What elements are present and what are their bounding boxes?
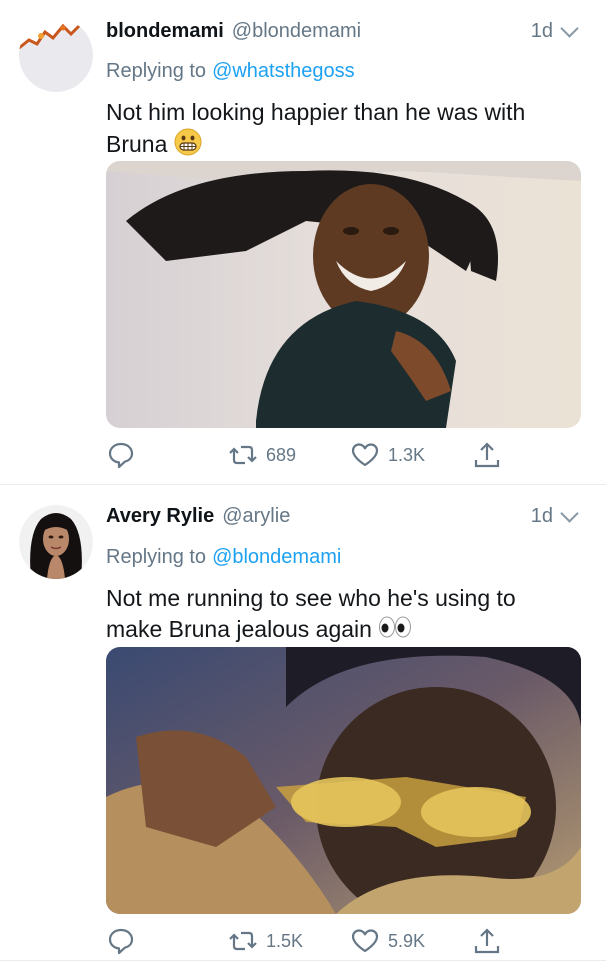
chevron-down-icon[interactable] [560, 19, 579, 38]
reply-icon [108, 442, 134, 469]
like-count: 1.3K [388, 444, 426, 465]
heart-icon [351, 443, 379, 467]
tweet-text: Not him looking happier than he was with… [106, 97, 576, 164]
tweet-time: 1d [530, 20, 553, 42]
replying-label: Replying to [106, 60, 207, 82]
mention-link[interactable]: @whatsthegoss [212, 60, 355, 82]
avatar[interactable] [19, 505, 93, 579]
user-handle[interactable]: @blondemami [232, 20, 361, 43]
tweet-image[interactable] [106, 647, 581, 914]
like-button[interactable]: 5.9K [350, 926, 425, 956]
replying-label: Replying to [106, 546, 207, 568]
tweet-image[interactable] [106, 161, 581, 428]
reply-button[interactable] [106, 440, 136, 470]
avatar[interactable] [19, 18, 93, 92]
retweet-count: 1.5K [266, 930, 304, 951]
like-count: 5.9K [388, 930, 426, 951]
grimacing-face-emoji-icon [174, 128, 202, 164]
share-icon [474, 442, 500, 468]
share-button[interactable] [472, 440, 502, 470]
heart-icon [351, 929, 379, 953]
retweet-icon [229, 931, 257, 951]
display-name[interactable]: blondemami [106, 20, 224, 43]
retweet-icon [229, 445, 257, 465]
reply-icon [108, 928, 134, 955]
mention-link[interactable]: @blondemami [212, 546, 341, 568]
retweet-button[interactable]: 1.5K [228, 926, 303, 956]
tweet-body: Not him looking happier than he was with… [106, 99, 526, 158]
user-handle[interactable]: @arylie [222, 505, 290, 528]
retweet-button[interactable]: 689 [228, 440, 296, 470]
like-button[interactable]: 1.3K [350, 440, 425, 470]
share-icon [474, 928, 500, 954]
display-name[interactable]: Avery Rylie [106, 505, 214, 528]
tweet-actions: 689 1.3K [106, 440, 506, 470]
share-button[interactable] [472, 926, 502, 956]
tweet-1[interactable]: blondemami @blondemami 1d Replying to @wh… [0, 0, 606, 485]
reply-button[interactable] [106, 926, 136, 956]
replying-to: Replying to @whatsthegoss [106, 60, 355, 83]
tweet-age: 1d [530, 19, 579, 43]
retweet-count: 689 [266, 444, 297, 465]
tweet-age: 1d [530, 504, 579, 528]
tweet-header: blondemami @blondemami 1d [106, 19, 579, 43]
tweet-header: Avery Rylie @arylie 1d [106, 504, 579, 528]
tweet-time: 1d [530, 505, 553, 527]
chevron-down-icon[interactable] [560, 504, 579, 523]
replying-to: Replying to @blondemami [106, 546, 341, 569]
